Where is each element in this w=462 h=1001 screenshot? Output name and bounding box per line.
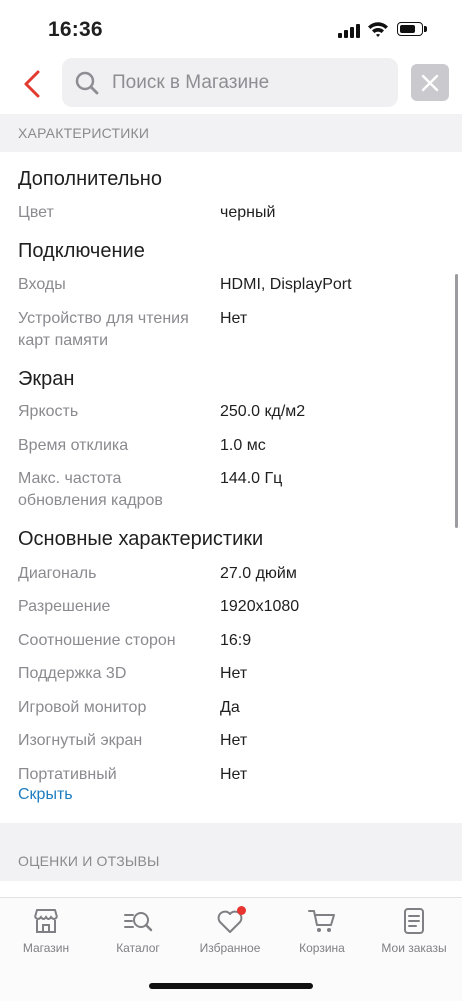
cellular-signal-icon [338,24,360,38]
group-title: Подключение [18,240,145,262]
close-icon [421,74,439,91]
battery-icon [397,22,423,36]
property-value: Нет [220,732,248,749]
property-label: Разрешение [18,598,111,615]
section-title: ХАРАКТЕРИСТИКИ [18,125,150,141]
search-input[interactable] [112,58,388,107]
tab-label: Корзина [299,941,345,955]
back-button[interactable] [14,66,50,102]
orders-icon [404,908,424,934]
tab-orders[interactable]: Мои заказы [368,906,460,966]
property-value: HDMI, DisplayPort [220,276,352,293]
section-title: ОЦЕНКИ И ОТЗЫВЫ [18,853,160,869]
property-label: Входы [18,276,66,293]
tab-store[interactable]: Магазин [0,906,92,966]
property-label: Портативный [18,766,117,783]
tab-cart[interactable]: Корзина [276,906,368,966]
property-label: Поддержка 3D [18,665,127,682]
property-label: Соотношение сторон [18,632,176,649]
characteristics-section-header: ХАРАКТЕРИСТИКИ [0,114,462,152]
search-box[interactable] [62,58,398,107]
scrollbar[interactable] [455,274,458,528]
tab-label: Магазин [22,941,70,955]
tab-favorites[interactable]: Избранное [184,906,276,966]
property-label: Яркость [18,403,79,420]
search-icon [75,71,99,95]
search-header [0,56,462,112]
status-time: 16:36 [48,18,103,41]
property-value: 16:9 [220,632,252,649]
property-label: Цвет [18,204,54,221]
property-value: 1920x1080 [220,598,300,615]
property-label: Устройство для чтения карт памяти [18,310,189,349]
notification-dot [237,906,246,915]
group-title: Основные характеристики [18,528,264,550]
property-label: Диагональ [18,565,97,582]
property-label: Игровой монитор [18,699,147,716]
tab-catalog[interactable]: Каталог [92,906,184,966]
home-indicator [149,983,313,989]
property-value: 250.0 кд/м2 [220,403,306,420]
property-value: 1.0 мс [220,437,266,454]
property-label: Изогнутый экран [18,732,143,749]
cart-icon [308,910,335,932]
property-value: Да [220,699,240,716]
store-icon [34,909,58,933]
property-value: 27.0 дюйм [220,565,297,582]
property-label: Макс. частота обновления кадров [18,470,163,509]
tab-label: Избранное [199,941,261,955]
group-title: Экран [18,368,75,390]
property-value: Нет [220,766,248,783]
property-value: черный [220,204,276,221]
hide-link[interactable]: Скрыть [18,786,73,804]
property-label: Время отклика [18,437,129,454]
catalog-search-icon [124,912,153,932]
property-value: Нет [220,310,248,327]
tab-label: Каталог [116,941,160,955]
property-value: Нет [220,665,248,682]
group-title: Дополнительно [18,168,162,190]
chevron-left-icon [24,70,40,98]
wifi-icon [368,22,388,37]
reviews-section-header: ОЦЕНКИ И ОТЗЫВЫ [0,823,462,881]
tab-label: Мои заказы [381,941,447,955]
status-bar: 16:36 [0,0,462,60]
clear-search-button[interactable] [411,64,449,101]
property-value: 144.0 Гц [220,470,283,487]
